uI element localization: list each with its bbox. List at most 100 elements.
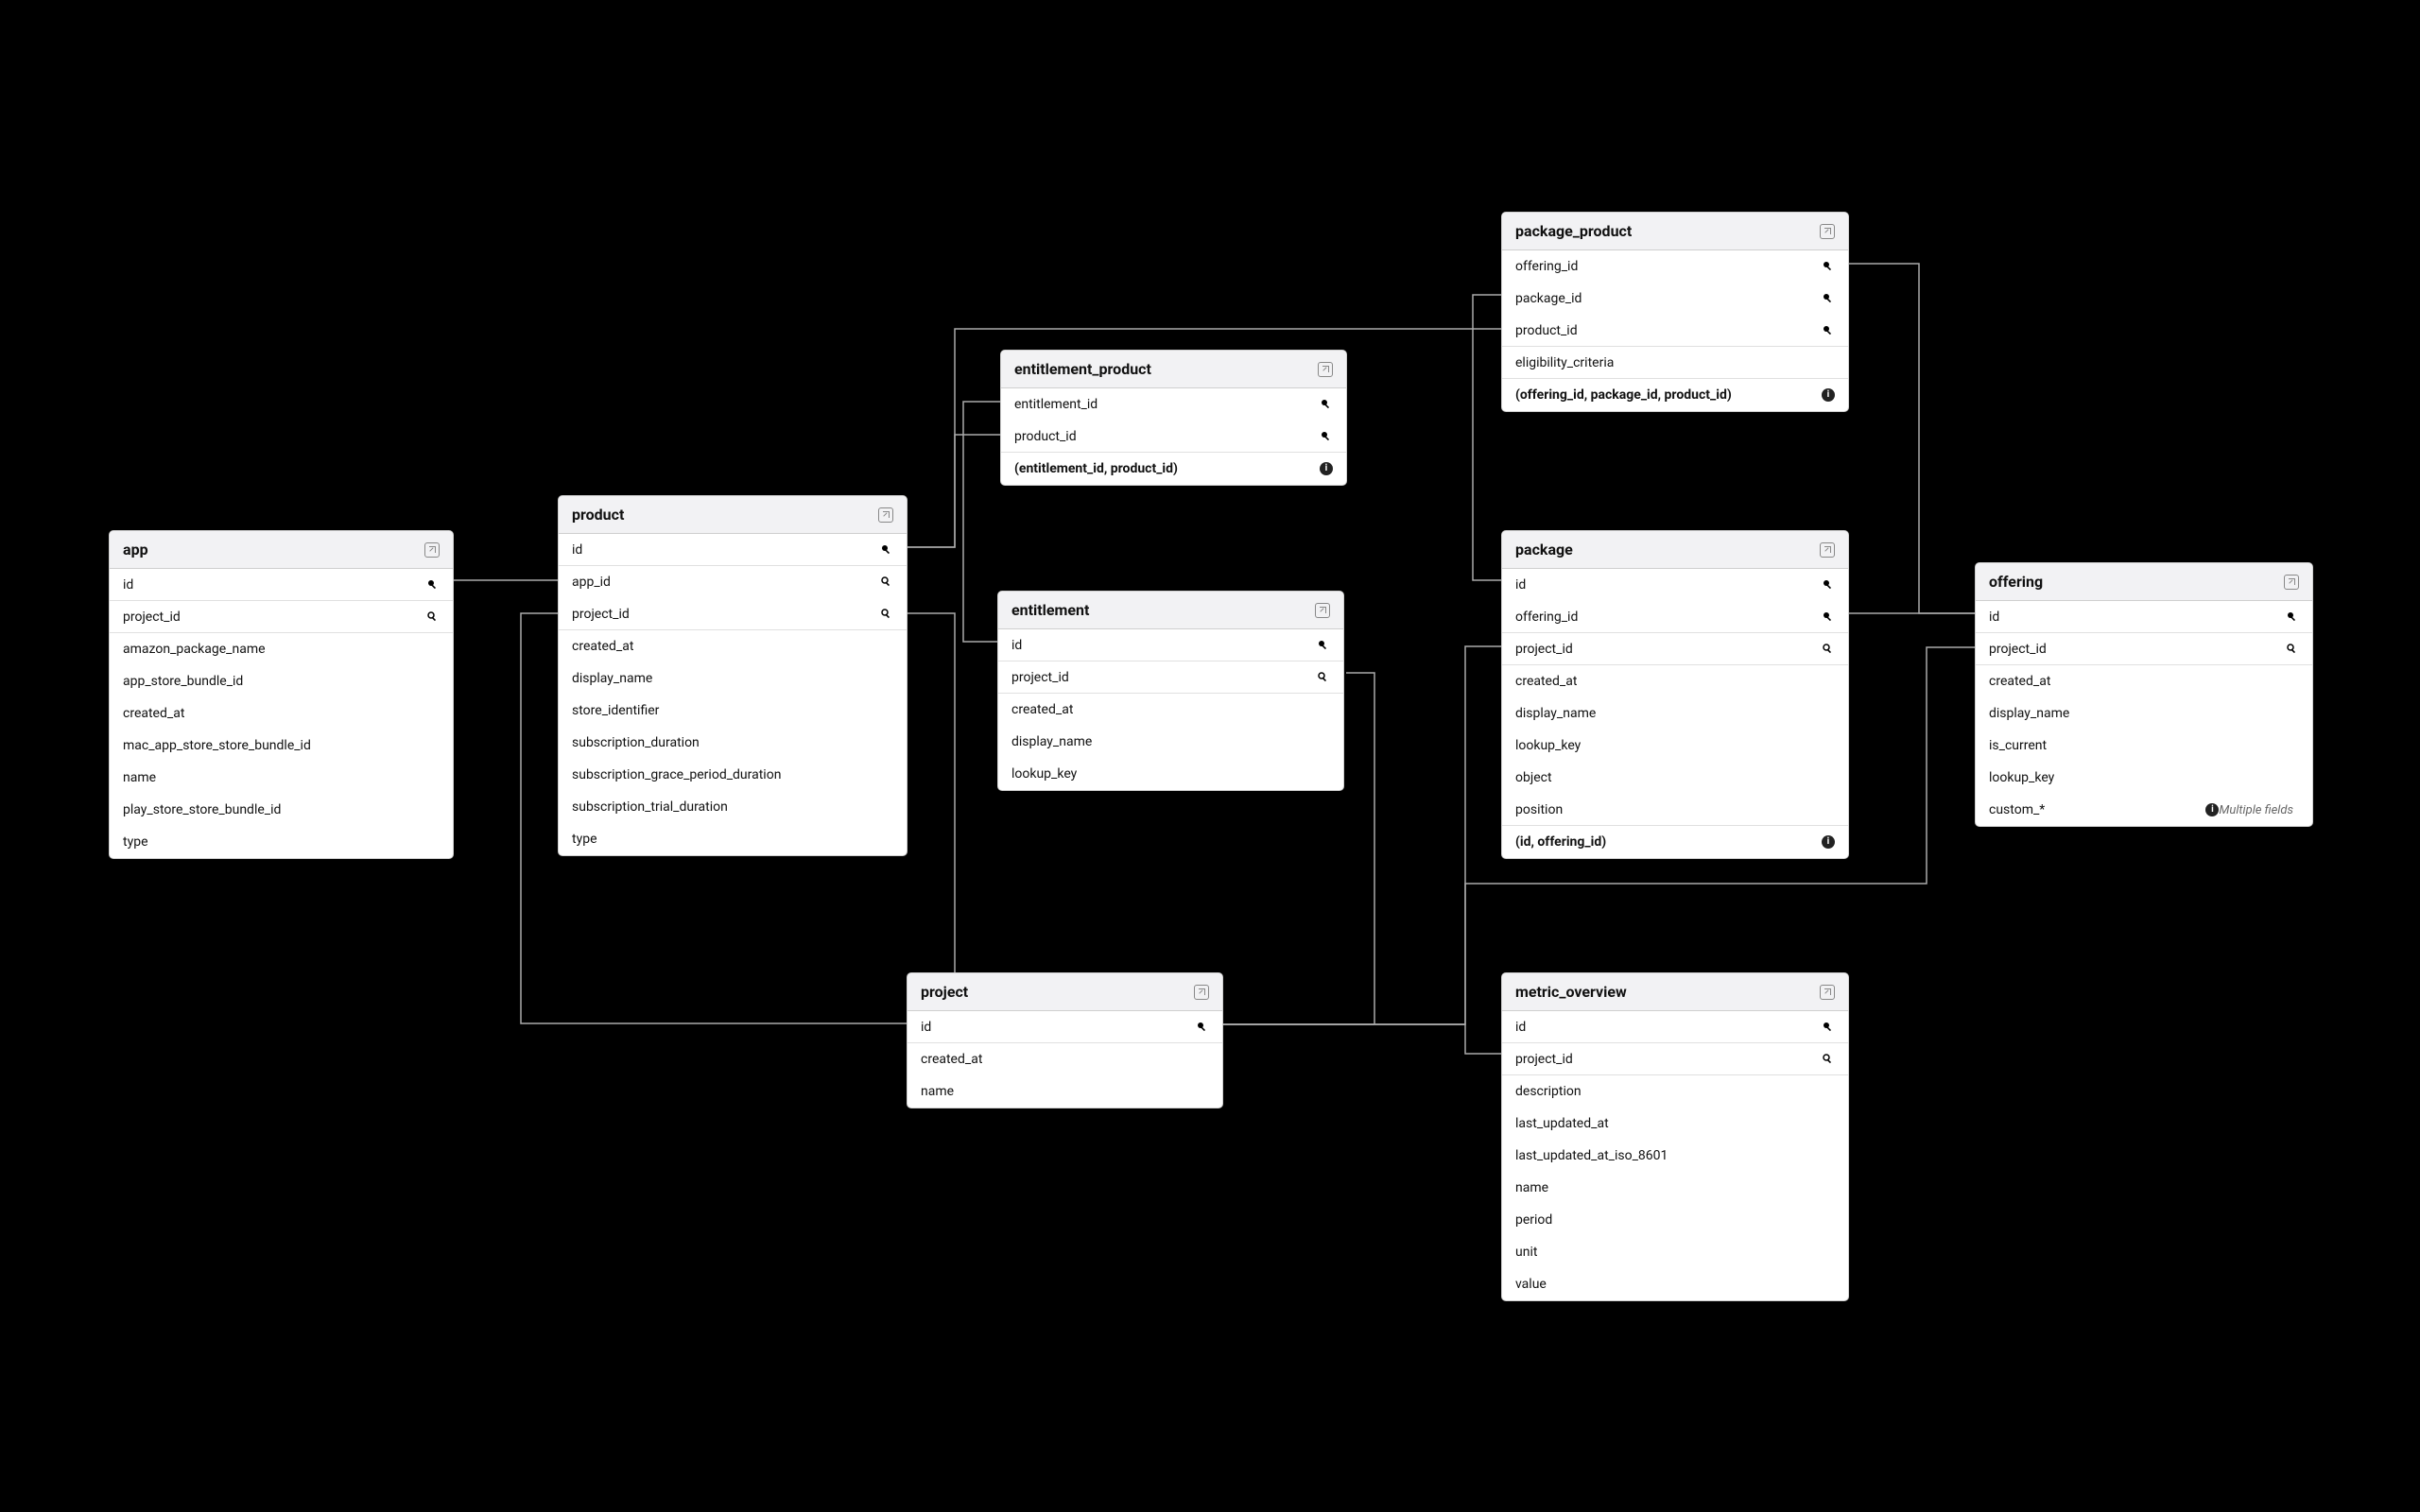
table-entitlement[interactable]: entitlement id project_id created_at dis…: [997, 591, 1344, 791]
table-package[interactable]: package id offering_id project_id create…: [1501, 530, 1849, 859]
field: created_at: [908, 1043, 1222, 1075]
expand-icon[interactable]: [878, 507, 893, 523]
foreign-key-icon: [880, 576, 893, 589]
table-app[interactable]: app id project_id amazon_package_name ap…: [109, 530, 454, 859]
info-icon[interactable]: i: [2205, 803, 2219, 816]
table-header: app: [110, 531, 453, 569]
field-composite: (entitlement_id, product_id)i: [1001, 453, 1346, 485]
table-header: entitlement: [998, 592, 1343, 629]
table-header: offering: [1976, 563, 2312, 601]
primary-key-icon: [1822, 292, 1835, 305]
table-title: product: [572, 506, 624, 524]
field: last_updated_at: [1502, 1108, 1848, 1140]
primary-key-icon: [880, 543, 893, 557]
table-package-product[interactable]: package_product offering_id package_id p…: [1501, 212, 1849, 412]
multiple-fields-badge: Multiple fields: [2219, 803, 2293, 817]
expand-icon[interactable]: [1315, 603, 1330, 618]
field-custom: custom_*iMultiple fields: [1976, 794, 2312, 826]
field: type: [559, 823, 907, 855]
table-header: package_product: [1502, 213, 1848, 250]
table-title: entitlement: [1011, 601, 1089, 619]
expand-icon[interactable]: [1820, 224, 1835, 239]
foreign-key-icon: [1317, 671, 1330, 684]
foreign-key-icon: [2286, 643, 2299, 656]
field: created_at: [998, 694, 1343, 726]
table-title: app: [123, 541, 148, 558]
field: app_store_bundle_id: [110, 665, 453, 697]
field: subscription_trial_duration: [559, 791, 907, 823]
field: last_updated_at_iso_8601: [1502, 1140, 1848, 1172]
field: description: [1502, 1075, 1848, 1108]
table-product[interactable]: product id app_id project_id created_at …: [558, 495, 908, 856]
expand-icon[interactable]: [2284, 575, 2299, 590]
expand-icon[interactable]: [1318, 362, 1333, 377]
foreign-key-icon: [426, 610, 440, 624]
field: object: [1502, 762, 1848, 794]
field: value: [1502, 1268, 1848, 1300]
field-app-id: app_id: [559, 566, 907, 598]
field-id: id: [908, 1011, 1222, 1043]
info-icon[interactable]: i: [1320, 462, 1333, 475]
field-project-id: project_id: [998, 662, 1343, 694]
field: play_store_store_bundle_id: [110, 794, 453, 826]
table-project[interactable]: project id created_at name: [907, 972, 1223, 1108]
table-metric-overview[interactable]: metric_overview id project_id descriptio…: [1501, 972, 1849, 1301]
field: created_at: [559, 630, 907, 662]
field-offering-id: offering_id: [1502, 250, 1848, 283]
field: name: [110, 762, 453, 794]
table-title: entitlement_product: [1014, 360, 1151, 378]
info-icon[interactable]: i: [1822, 388, 1835, 402]
field: unit: [1502, 1236, 1848, 1268]
field-id: id: [998, 629, 1343, 662]
er-diagram-canvas[interactable]: app id project_id amazon_package_name ap…: [0, 0, 2420, 1512]
expand-icon[interactable]: [1820, 985, 1835, 1000]
field: is_current: [1976, 730, 2312, 762]
field-id: id: [110, 569, 453, 601]
primary-key-icon: [426, 578, 440, 592]
field-product-id: product_id: [1502, 315, 1848, 347]
field-id: id: [1502, 569, 1848, 601]
info-icon[interactable]: i: [1822, 835, 1835, 849]
table-title: package: [1515, 541, 1573, 558]
field-product-id: product_id: [1001, 421, 1346, 453]
primary-key-icon: [1317, 639, 1330, 652]
primary-key-icon: [2286, 610, 2299, 624]
table-header: package: [1502, 531, 1848, 569]
primary-key-icon: [1822, 260, 1835, 273]
field: lookup_key: [1502, 730, 1848, 762]
field-composite: (id, offering_id)i: [1502, 826, 1848, 858]
field: subscription_duration: [559, 727, 907, 759]
field-composite: (offering_id, package_id, product_id)i: [1502, 379, 1848, 411]
foreign-key-icon: [1822, 1053, 1835, 1066]
field: display_name: [1976, 697, 2312, 730]
primary-key-icon: [1822, 610, 1835, 624]
field-id: id: [1502, 1011, 1848, 1043]
field-offering-id: offering_id: [1502, 601, 1848, 633]
primary-key-icon: [1822, 324, 1835, 337]
field: subscription_grace_period_duration: [559, 759, 907, 791]
field-id: id: [559, 534, 907, 566]
primary-key-icon: [1320, 430, 1333, 443]
field: eligibility_criteria: [1502, 347, 1848, 379]
field: display_name: [1502, 697, 1848, 730]
primary-key-icon: [1822, 1021, 1835, 1034]
field: amazon_package_name: [110, 633, 453, 665]
field: created_at: [1502, 665, 1848, 697]
table-title: offering: [1989, 573, 2043, 591]
field: mac_app_store_store_bundle_id: [110, 730, 453, 762]
primary-key-icon: [1196, 1021, 1209, 1034]
table-offering[interactable]: offering id project_id created_at displa…: [1975, 562, 2313, 827]
expand-icon[interactable]: [424, 542, 440, 558]
field-id: id: [1976, 601, 2312, 633]
field: type: [110, 826, 453, 858]
field: store_identifier: [559, 695, 907, 727]
foreign-key-icon: [880, 608, 893, 621]
field-project-id: project_id: [1502, 1043, 1848, 1075]
expand-icon[interactable]: [1820, 542, 1835, 558]
expand-icon[interactable]: [1194, 985, 1209, 1000]
field-package-id: package_id: [1502, 283, 1848, 315]
field-project-id: project_id: [1502, 633, 1848, 665]
field-project-id: project_id: [110, 601, 453, 633]
table-entitlement-product[interactable]: entitlement_product entitlement_id produ…: [1000, 350, 1347, 486]
field: period: [1502, 1204, 1848, 1236]
